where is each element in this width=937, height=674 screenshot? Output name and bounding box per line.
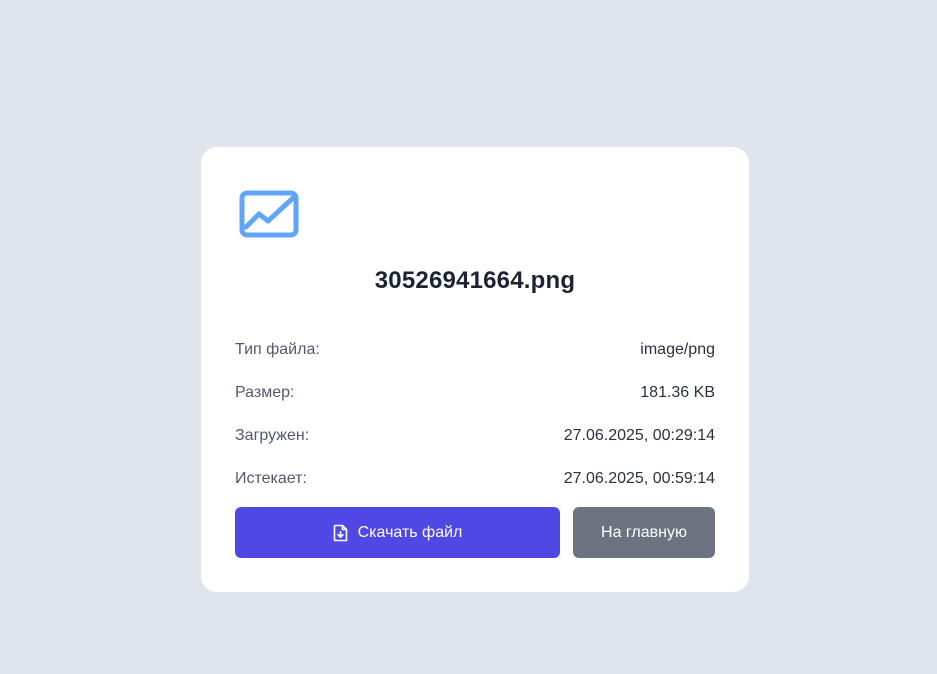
home-button[interactable]: На главную xyxy=(573,507,715,558)
download-button-label: Скачать файл xyxy=(357,523,463,541)
detail-row-uploaded: Загружен: 27.06.2025, 00:29:14 xyxy=(235,414,715,457)
detail-row-size: Размер: 181.36 KB xyxy=(235,371,715,414)
file-name-title: 30526941664.png xyxy=(374,267,576,294)
detail-label: Истекает: xyxy=(235,469,307,487)
file-download-icon xyxy=(333,524,347,541)
detail-label: Размер: xyxy=(235,383,295,401)
file-details-list: Тип файла: image/png Размер: 181.36 KB З… xyxy=(235,328,715,500)
image-file-icon xyxy=(239,190,299,238)
detail-value: image/png xyxy=(640,340,715,358)
detail-value: 27.06.2025, 00:29:14 xyxy=(563,426,715,444)
download-button[interactable]: Скачать файл xyxy=(235,507,560,558)
file-info-card: 30526941664.png Тип файла: image/png Раз… xyxy=(201,147,749,592)
home-button-label: На главную xyxy=(601,523,687,541)
detail-row-expires: Истекает: 27.06.2025, 00:59:14 xyxy=(235,457,715,500)
detail-row-type: Тип файла: image/png xyxy=(235,328,715,371)
action-buttons: Скачать файл На главную xyxy=(235,507,715,558)
detail-value: 27.06.2025, 00:59:14 xyxy=(563,469,715,487)
detail-label: Тип файла: xyxy=(235,340,320,358)
detail-label: Загружен: xyxy=(235,426,310,444)
detail-value: 181.36 KB xyxy=(640,383,715,401)
